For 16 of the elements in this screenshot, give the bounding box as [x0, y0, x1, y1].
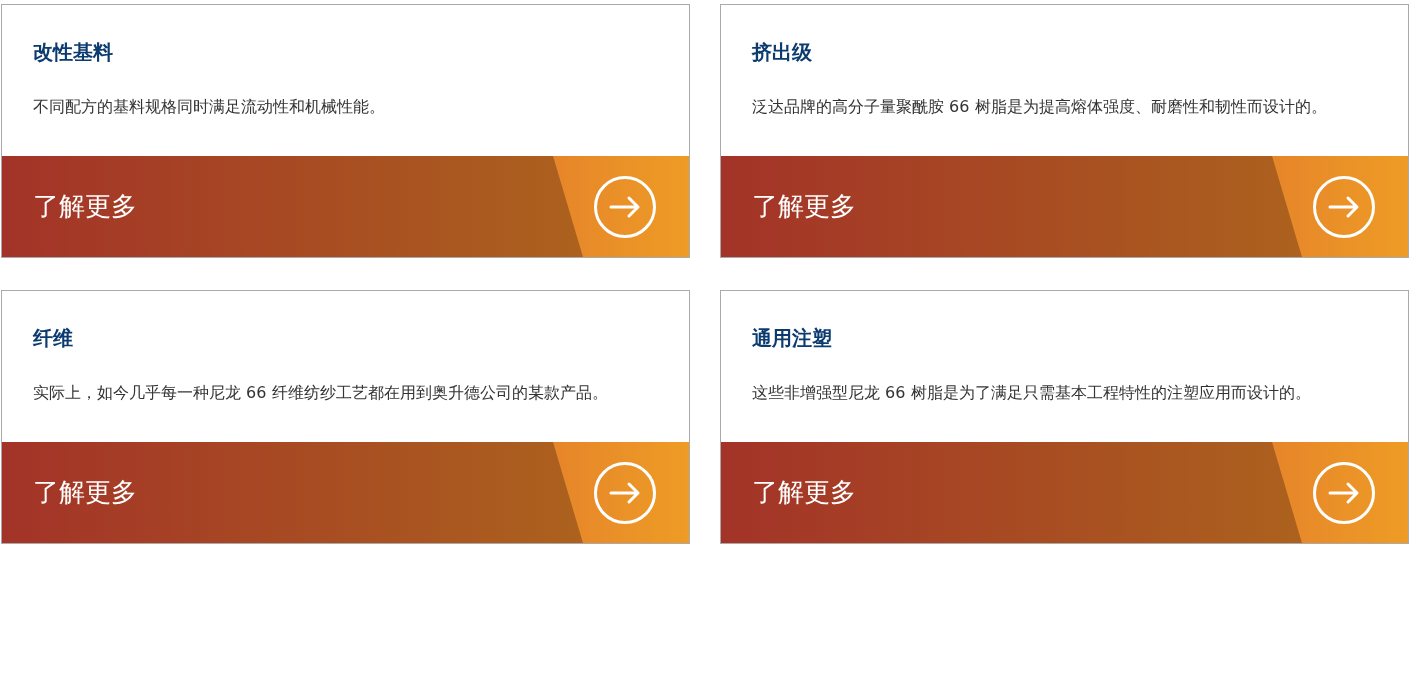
- arrow-circle-icon: [593, 460, 657, 525]
- card-title: 改性基料: [33, 39, 114, 66]
- learn-more-link[interactable]: 了解更多: [2, 156, 689, 257]
- card-description: 泛达品牌的高分子量聚酰胺 66 树脂是为提高熔体强度、耐磨性和韧性而设计的。: [752, 96, 1328, 118]
- card-description: 实际上，如今几乎每一种尼龙 66 纤维纺纱工艺都在用到奥升德公司的某款产品。: [33, 382, 609, 404]
- card-title: 挤出级: [752, 39, 813, 66]
- card-title: 通用注塑: [752, 325, 833, 352]
- learn-more-link[interactable]: 了解更多: [721, 156, 1408, 257]
- arrow-circle-icon: [1312, 460, 1376, 525]
- arrow-circle-icon: [593, 174, 657, 239]
- arrow-circle-icon: [1312, 174, 1376, 239]
- card-description: 不同配方的基料规格同时满足流动性和机械性能。: [33, 96, 386, 118]
- learn-more-link[interactable]: 了解更多: [2, 442, 689, 543]
- card-title: 纤维: [33, 325, 74, 352]
- learn-more-link[interactable]: 了解更多: [721, 442, 1408, 543]
- card-description: 这些非增强型尼龙 66 树脂是为了满足只需基本工程特性的注塑应用而设计的。: [752, 382, 1312, 404]
